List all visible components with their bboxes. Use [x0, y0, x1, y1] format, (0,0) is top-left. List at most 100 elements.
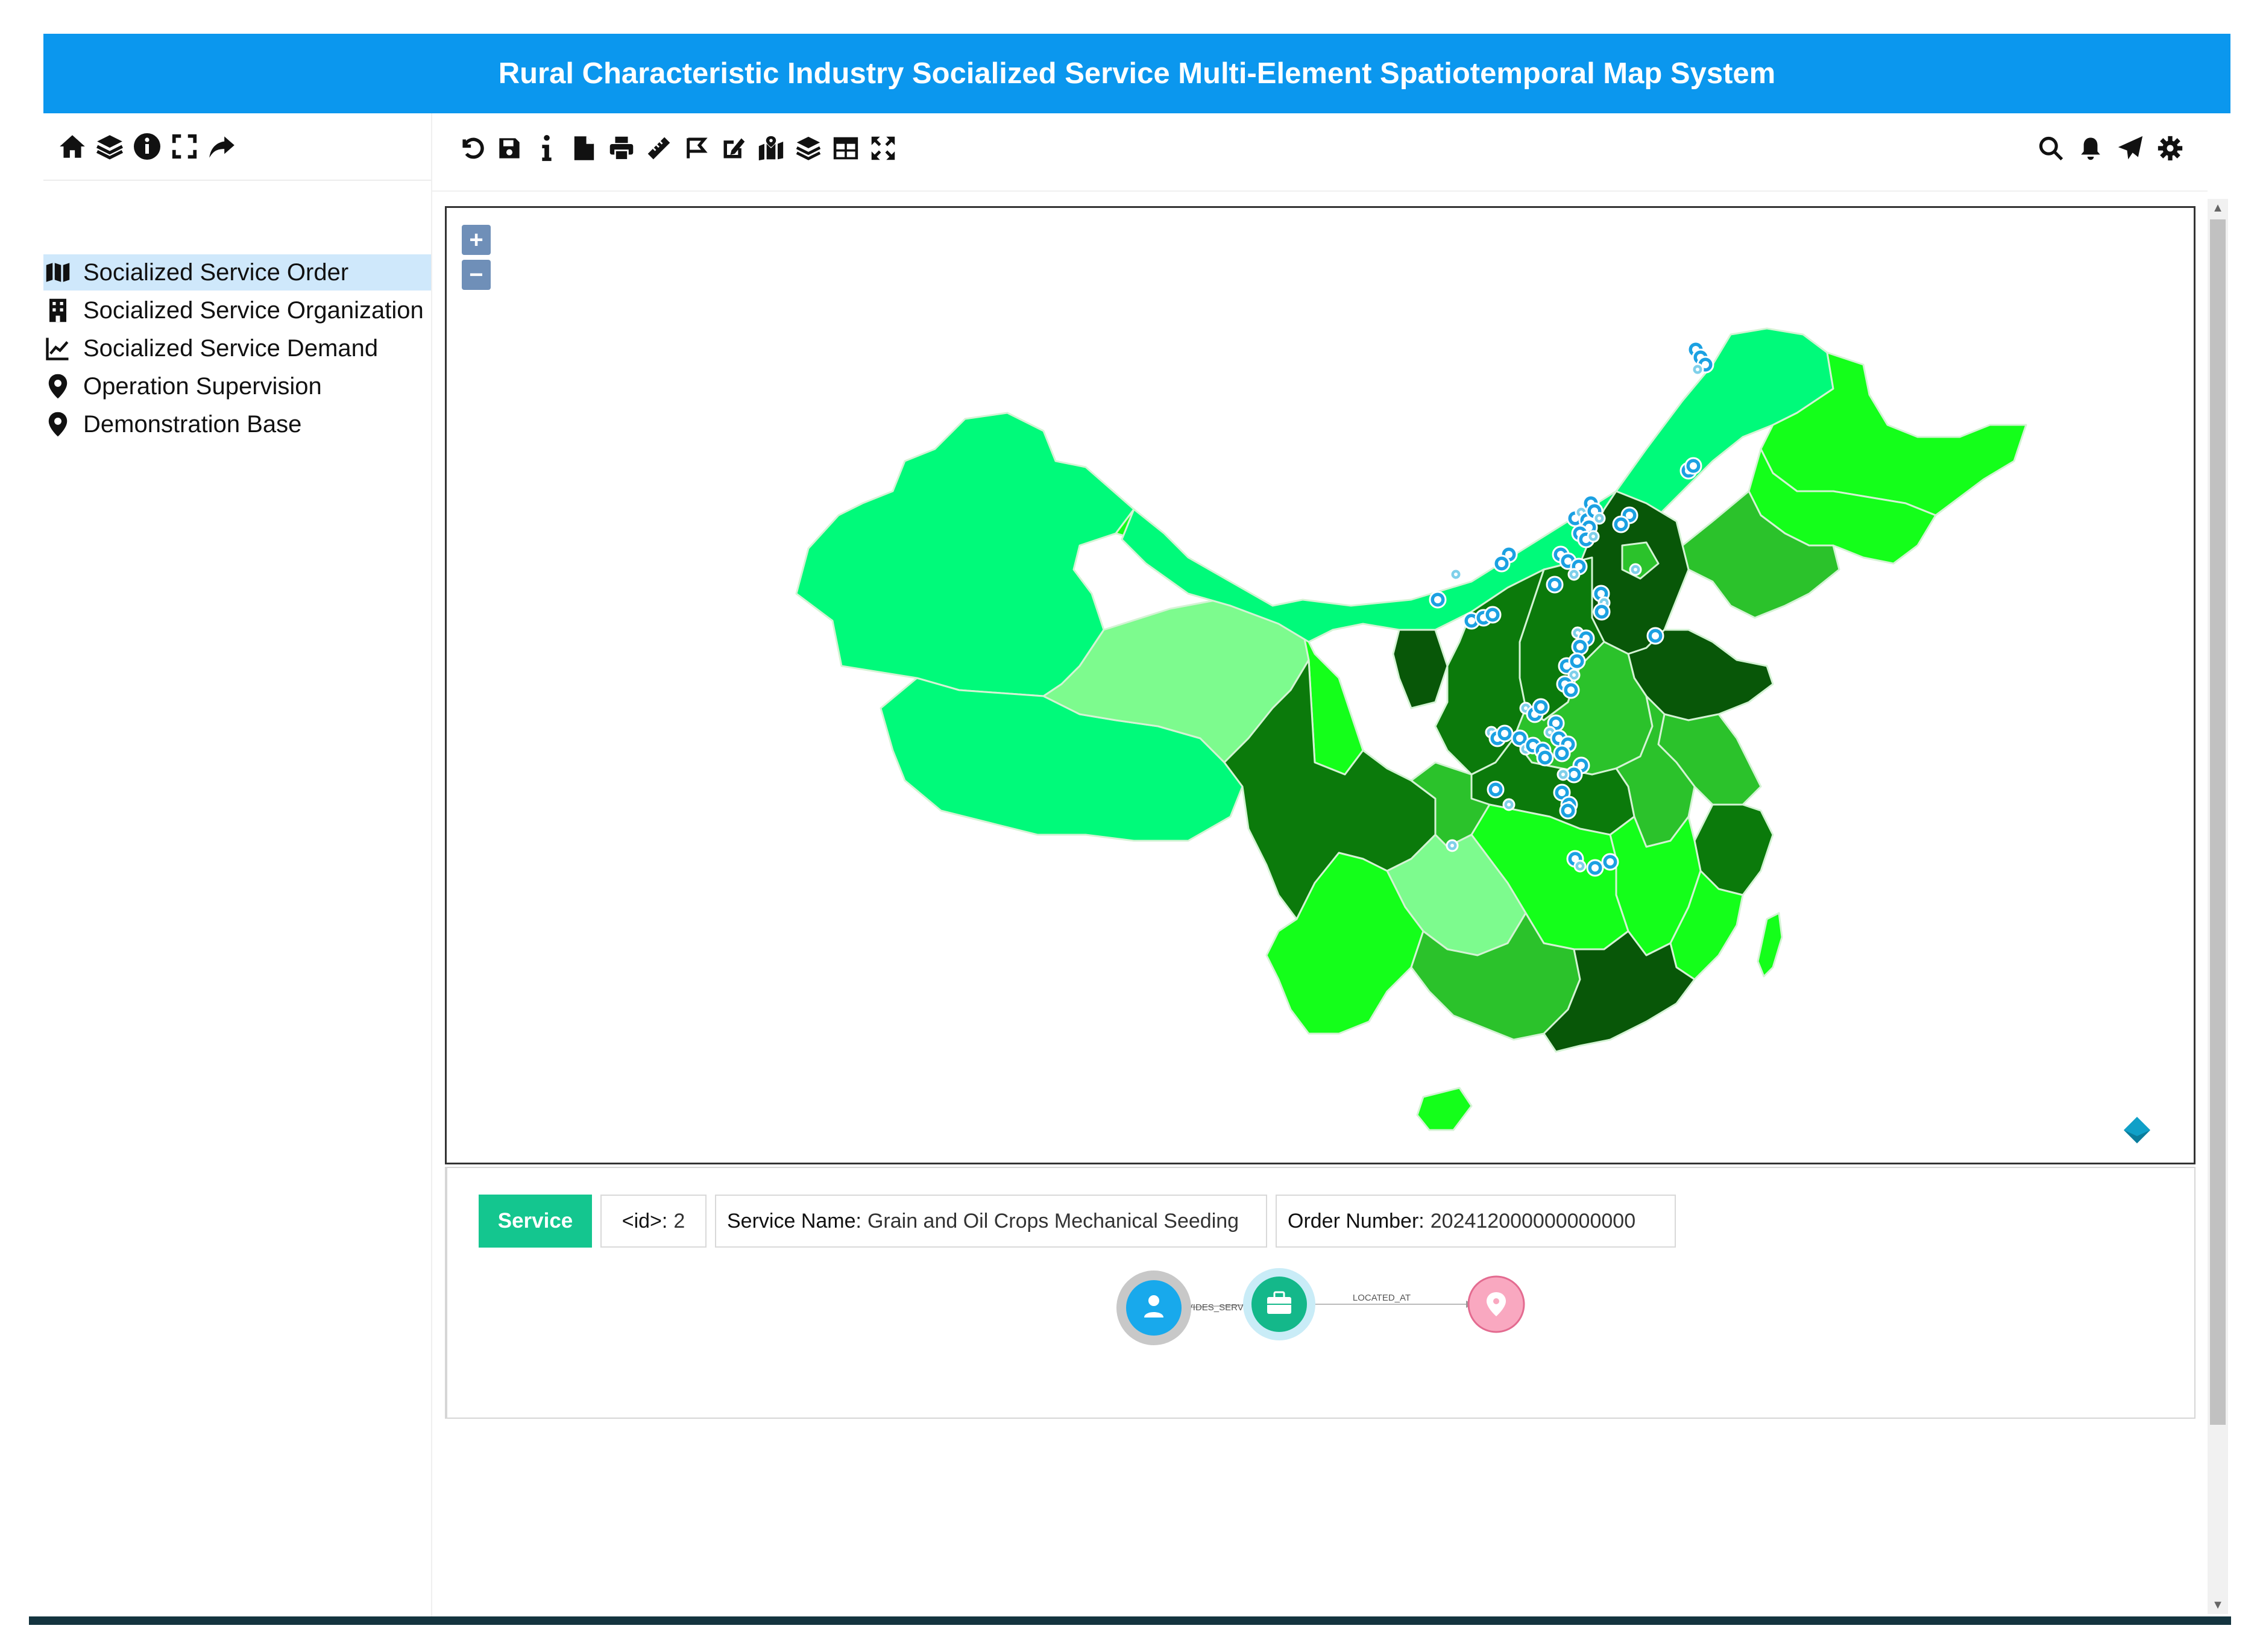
home-icon[interactable] [55, 130, 89, 163]
map-icon [45, 259, 71, 286]
info-icon[interactable] [531, 131, 562, 165]
service-name-value: Grain and Oil Crops Mechanical Seeding [867, 1209, 1239, 1233]
app-title-bar: Rural Characteristic Industry Socialized… [43, 34, 2230, 113]
edge-label-located-at: LOCATED_AT [1353, 1293, 1411, 1303]
sidebar-item-service-demand[interactable]: Socialized Service Demand [43, 330, 431, 366]
service-marker[interactable] [1496, 724, 1514, 743]
service-marker[interactable] [1571, 638, 1589, 656]
service-marker[interactable] [1559, 802, 1577, 820]
file-icon[interactable] [568, 131, 600, 165]
left-toolbar [43, 113, 431, 181]
sidebar-divider [431, 113, 432, 1620]
ruler-icon[interactable] [643, 131, 675, 165]
sidebar-item-label: Socialized Service Order [83, 259, 349, 286]
id-key: <id>: [622, 1209, 668, 1233]
service-marker[interactable] [1586, 859, 1604, 877]
send-icon[interactable] [2115, 131, 2146, 165]
sidebar-item-label: Demonstration Base [83, 410, 302, 438]
print-icon[interactable] [606, 131, 637, 165]
edit-icon[interactable] [718, 131, 749, 165]
save-icon[interactable] [494, 131, 525, 165]
service-marker[interactable] [1562, 681, 1580, 699]
graph-node-location[interactable] [1467, 1275, 1525, 1333]
service-marker[interactable] [1612, 515, 1630, 533]
service-marker[interactable] [1553, 744, 1571, 762]
fullscreen-icon[interactable] [168, 130, 201, 163]
service-marker[interactable] [1429, 591, 1447, 609]
order-number-value: 202412000000000000 [1430, 1209, 1636, 1233]
service-marker[interactable] [1646, 627, 1664, 645]
service-marker[interactable] [1487, 780, 1505, 799]
layer-switcher-icon[interactable] [2124, 1117, 2150, 1143]
page-scrollbar[interactable]: ▲ ▼ [2208, 199, 2228, 1614]
service-marker[interactable] [1691, 363, 1704, 376]
service-marker[interactable] [1532, 698, 1550, 716]
scroll-thumb[interactable] [2210, 219, 2226, 1425]
building-icon [45, 297, 71, 324]
service-marker[interactable] [1587, 530, 1600, 543]
relationship-graph[interactable]: PROVIDES_SERVICE LOCATED_AT [1116, 1252, 1659, 1373]
map-marker-icon [45, 411, 71, 438]
service-marker[interactable] [1446, 839, 1459, 852]
order-number-chip: Order Number: 202412000000000000 [1276, 1195, 1676, 1248]
service-marker[interactable] [1493, 554, 1511, 573]
map-marker-icon [45, 373, 71, 400]
service-marker[interactable] [1573, 859, 1587, 873]
province-taiwan[interactable] [1757, 912, 1783, 978]
map-panel[interactable]: + − [445, 206, 2195, 1164]
id-value: 2 [673, 1209, 685, 1233]
node-type-badge[interactable]: Service [479, 1195, 592, 1248]
service-name-key: Service Name: [727, 1209, 861, 1233]
sidebar-item-service-organization[interactable]: Socialized Service Organization [43, 292, 431, 328]
province-ningxia[interactable] [1392, 629, 1449, 709]
share-icon[interactable] [205, 130, 239, 163]
draw-polygon-icon[interactable] [681, 131, 712, 165]
china-map[interactable] [447, 208, 2194, 1163]
sidebar-item-label: Socialized Service Organization [83, 297, 424, 324]
search-icon[interactable] [2035, 131, 2066, 165]
scroll-down-arrow[interactable]: ▼ [2208, 1596, 2228, 1614]
service-marker[interactable] [1568, 652, 1586, 670]
id-chip: <id>: 2 [600, 1195, 707, 1248]
scroll-up-arrow[interactable]: ▲ [2208, 199, 2228, 217]
service-marker[interactable] [1502, 798, 1516, 811]
service-marker[interactable] [1601, 853, 1619, 871]
map-marked-icon[interactable] [755, 131, 787, 165]
line-chart-icon [45, 335, 71, 362]
service-marker[interactable] [1536, 749, 1554, 767]
graph-node-person[interactable] [1116, 1270, 1191, 1345]
service-marker[interactable] [1684, 457, 1702, 475]
service-marker[interactable] [1593, 603, 1611, 621]
table-icon[interactable] [830, 131, 861, 165]
service-marker[interactable] [1629, 563, 1642, 576]
sidebar-item-service-order[interactable]: Socialized Service Order [43, 254, 431, 291]
map-tools [456, 131, 899, 165]
expand-icon[interactable] [867, 131, 899, 165]
user-icon [1148, 1295, 1159, 1306]
bottom-bar [29, 1616, 2231, 1625]
order-number-key: Order Number: [1288, 1209, 1424, 1233]
sidebar-item-operation-supervision[interactable]: Operation Supervision [43, 368, 431, 404]
sidebar-item-label: Socialized Service Demand [83, 334, 379, 362]
service-marker[interactable] [1567, 568, 1581, 581]
undo-icon[interactable] [456, 131, 488, 165]
graph-node-service[interactable] [1243, 1268, 1315, 1340]
bell-icon[interactable] [2075, 131, 2106, 165]
service-marker[interactable] [1449, 568, 1462, 581]
province-hainan[interactable] [1416, 1087, 1473, 1131]
layers-icon[interactable] [793, 131, 824, 165]
sidebar-item-label: Operation Supervision [83, 372, 322, 400]
sidebar-item-demonstration-base[interactable]: Demonstration Base [43, 406, 431, 442]
header-actions [2035, 131, 2186, 165]
info-panel: Service <id>: 2 Service Name: Grain and … [445, 1167, 2195, 1419]
layers-icon[interactable] [93, 130, 127, 163]
info-circle-icon[interactable] [130, 130, 164, 163]
service-name-chip: Service Name: Grain and Oil Crops Mechan… [715, 1195, 1267, 1248]
app-title: Rural Characteristic Industry Socialized… [498, 57, 1776, 90]
province-xinjiang[interactable] [795, 412, 1135, 697]
service-marker[interactable] [1546, 576, 1564, 594]
gear-icon[interactable] [2155, 131, 2186, 165]
main-toolbar [432, 113, 2208, 192]
service-marker[interactable] [1484, 606, 1502, 624]
service-marker[interactable] [1557, 768, 1570, 781]
